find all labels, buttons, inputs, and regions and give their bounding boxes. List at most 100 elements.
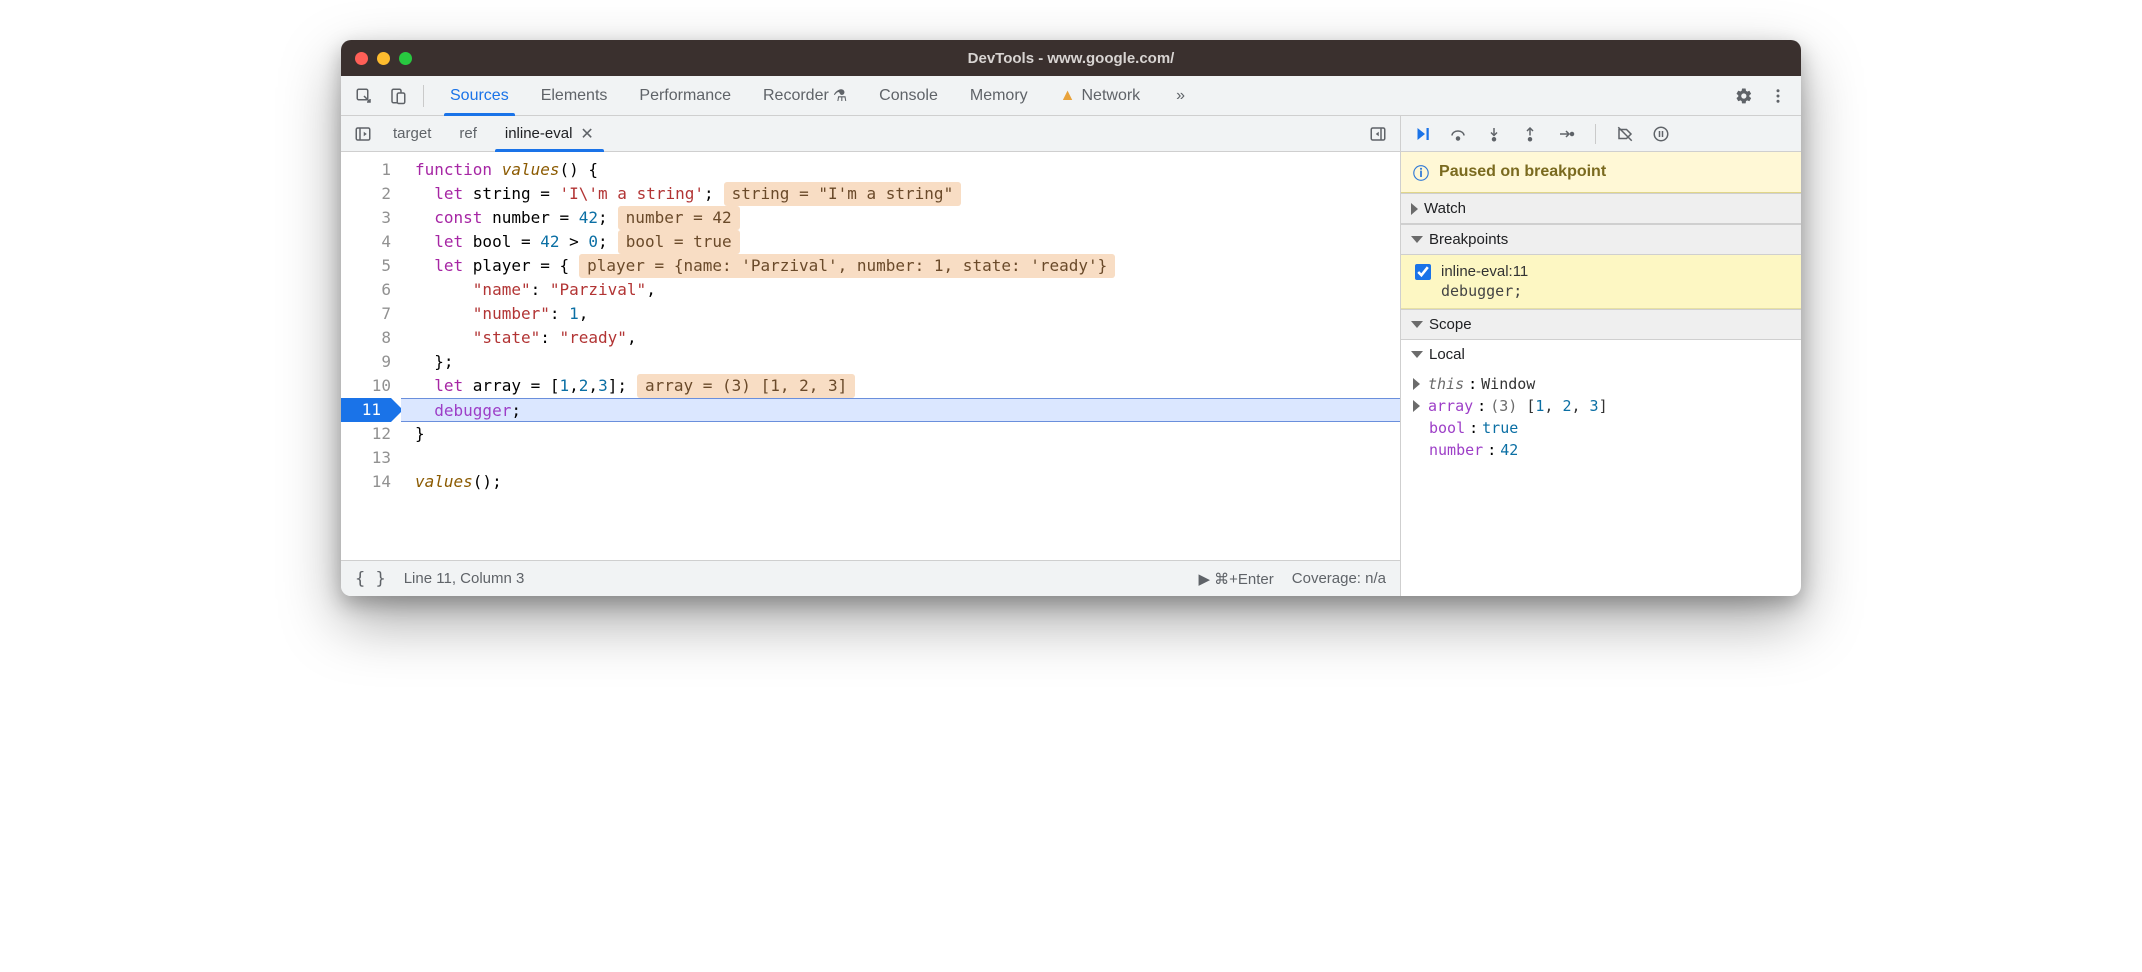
code-line[interactable]: }; (415, 350, 1400, 374)
beaker-icon: ⚗ (833, 86, 847, 106)
code-line[interactable]: "name": "Parzival", (415, 278, 1400, 302)
divider (423, 85, 424, 107)
scope-section-header[interactable]: Scope (1401, 309, 1801, 340)
zoom-window-button[interactable] (399, 52, 412, 65)
code-editor[interactable]: 123456789101111121314 function values() … (341, 152, 1400, 560)
kebab-menu-icon[interactable] (1763, 81, 1793, 111)
local-label: Local (1429, 346, 1465, 363)
scope-key: number (1429, 441, 1483, 459)
code-line[interactable]: "state": "ready", (415, 326, 1400, 350)
file-tab-bar: target ref inline-eval ✕ (341, 116, 1400, 152)
code-line[interactable]: const number = 42;number = 42 (415, 206, 1400, 230)
tab-elements[interactable]: Elements (525, 76, 624, 116)
warning-icon: ▲ (1060, 87, 1076, 105)
file-tab-target[interactable]: target (379, 116, 445, 152)
tab-sources[interactable]: Sources (434, 76, 525, 116)
tab-performance[interactable]: Performance (623, 76, 747, 116)
tab-recorder[interactable]: Recorder ⚗ (747, 76, 863, 116)
main-tab-bar: SourcesElementsPerformanceRecorder ⚗Cons… (341, 76, 1801, 116)
device-toolbar-icon[interactable] (383, 81, 413, 111)
file-tab-label: target (393, 125, 431, 142)
scope-row[interactable]: this: Window (1407, 373, 1795, 395)
tab-label: Sources (450, 87, 509, 105)
step-over-icon[interactable] (1447, 123, 1469, 145)
run-snippet-hint[interactable]: ▶ ⌘+Enter (1198, 570, 1273, 588)
close-icon[interactable]: ✕ (580, 124, 593, 144)
scope-row[interactable]: number: 42 (1407, 439, 1795, 461)
breakpoints-section-header[interactable]: Breakpoints (1401, 224, 1801, 255)
tab-network[interactable]: ▲ Network (1044, 76, 1157, 116)
minimize-window-button[interactable] (377, 52, 390, 65)
inline-value-hint: array = (3) [1, 2, 3] (637, 374, 855, 398)
scope-value: true (1482, 419, 1518, 437)
debug-toolbar (1401, 116, 1801, 152)
inspect-element-icon[interactable] (349, 81, 379, 111)
line-gutter[interactable]: 123456789101111121314 (341, 152, 401, 560)
pause-on-exceptions-icon[interactable] (1650, 123, 1672, 145)
breakpoint-item[interactable]: inline-eval:11 debugger; (1401, 255, 1801, 309)
code-line[interactable]: let string = 'I\'m a string';string = "I… (415, 182, 1400, 206)
chevron-right-icon (1411, 203, 1418, 215)
workspace: target ref inline-eval ✕ 123456789101111121… (341, 116, 1801, 596)
scope-value: Window (1481, 375, 1535, 393)
file-tab-ref[interactable]: ref (445, 116, 491, 152)
inline-value-hint: number = 42 (618, 206, 740, 230)
chevron-down-icon (1411, 321, 1423, 328)
tab-memory[interactable]: Memory (954, 76, 1044, 116)
tab-label: Console (879, 87, 938, 105)
chevron-right-icon (1413, 400, 1420, 412)
file-tab-label: inline-eval (505, 125, 573, 142)
inline-value-hint: bool = true (618, 230, 740, 254)
code-line[interactable]: values(); (415, 470, 1400, 494)
cursor-position: Line 11, Column 3 (404, 570, 525, 587)
scope-label: Scope (1429, 316, 1472, 333)
tab-label: Network (1081, 87, 1140, 105)
code-area[interactable]: function values() { let string = 'I\'m a… (401, 152, 1400, 560)
deactivate-breakpoints-icon[interactable] (1614, 123, 1636, 145)
inline-value-hint: string = "I'm a string" (724, 182, 962, 206)
step-into-icon[interactable] (1483, 123, 1505, 145)
code-line[interactable]: let player = {player = {name: 'Parzival'… (415, 254, 1400, 278)
navigator-toggle-icon[interactable] (349, 120, 377, 148)
scope-value: 42 (1500, 441, 1518, 459)
inline-value-hint: player = {name: 'Parzival', number: 1, s… (579, 254, 1115, 278)
file-tab-inline-eval[interactable]: inline-eval ✕ (491, 116, 608, 152)
tab-label: Elements (541, 87, 608, 105)
step-icon[interactable] (1555, 123, 1577, 145)
paused-banner: ⓘ Paused on breakpoint (1401, 152, 1801, 193)
paused-label: Paused on breakpoint (1439, 163, 1606, 181)
more-tabs-icon[interactable] (1364, 120, 1392, 148)
code-line[interactable]: "number": 1, (415, 302, 1400, 326)
scope-key: array (1428, 397, 1473, 415)
code-line[interactable]: function values() { (415, 158, 1400, 182)
overflow-tabs-button[interactable]: » (1160, 76, 1201, 116)
scope-key: bool (1429, 419, 1465, 437)
debugger-pane: ⓘ Paused on breakpoint Watch Breakpoints… (1401, 116, 1801, 596)
code-line[interactable]: debugger; (401, 398, 1400, 422)
breakpoint-checkbox[interactable] (1415, 264, 1431, 280)
devtools-window: DevTools - www.google.com/ Sources Elemen… (341, 40, 1801, 596)
code-line[interactable]: } (415, 422, 1400, 446)
breakpoint-location: inline-eval:11 (1441, 263, 1528, 280)
scope-row[interactable]: bool: true (1407, 417, 1795, 439)
settings-gear-icon[interactable] (1729, 81, 1759, 111)
scope-local-header[interactable]: Local (1401, 340, 1801, 369)
tab-label: Recorder (763, 87, 829, 105)
watch-section-header[interactable]: Watch (1401, 193, 1801, 224)
code-line[interactable]: let array = [1,2,3];array = (3) [1, 2, 3… (415, 374, 1400, 398)
breakpoint-code: debugger; (1441, 282, 1789, 300)
scope-row[interactable]: array: (3) [1, 2, 3] (1407, 395, 1795, 417)
window-title: DevTools - www.google.com/ (341, 50, 1801, 67)
chevron-right-icon (1413, 378, 1420, 390)
code-line[interactable]: let bool = 42 > 0;bool = true (415, 230, 1400, 254)
scope-key: this (1428, 375, 1464, 393)
code-line[interactable] (415, 446, 1400, 470)
chevron-down-icon (1411, 236, 1423, 243)
resume-button-icon[interactable] (1411, 123, 1433, 145)
tab-console[interactable]: Console (863, 76, 954, 116)
file-tab-label: ref (459, 125, 477, 142)
close-window-button[interactable] (355, 52, 368, 65)
step-out-icon[interactable] (1519, 123, 1541, 145)
breakpoints-label: Breakpoints (1429, 231, 1508, 248)
pretty-print-icon[interactable]: { } (355, 569, 386, 589)
